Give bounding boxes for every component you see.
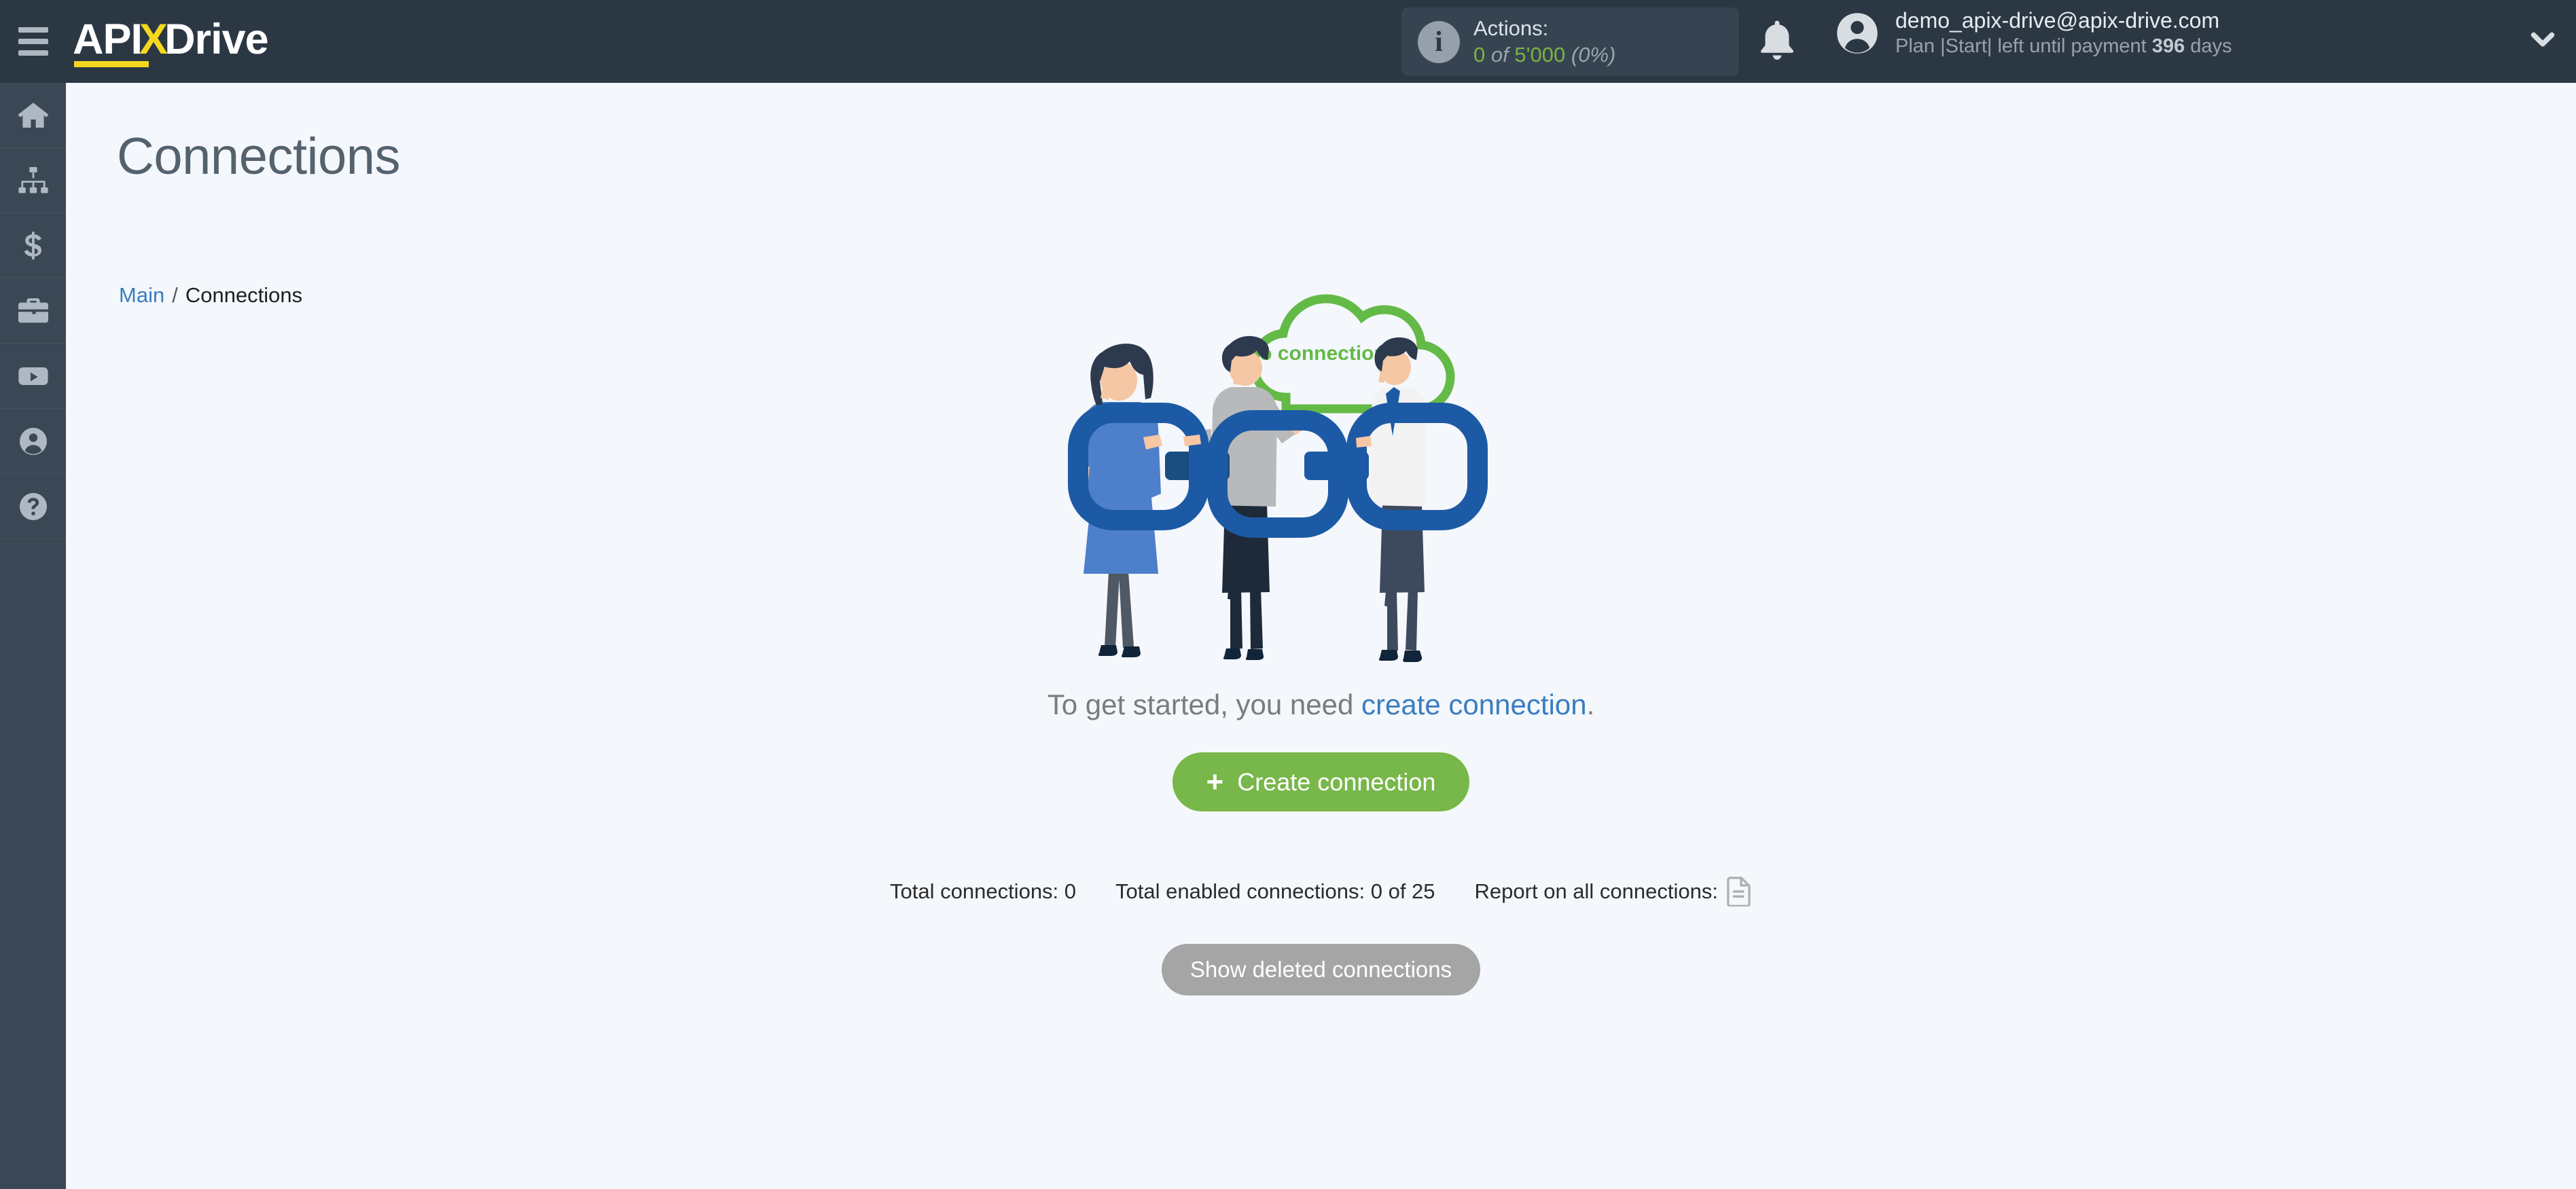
actions-value: 0 of 5'000 (0%) bbox=[1473, 43, 1615, 67]
app-logo[interactable]: API X Drive bbox=[73, 16, 269, 67]
hamburger-bar bbox=[18, 50, 48, 56]
plan-prefix: Plan |Start| left until payment bbox=[1895, 35, 2152, 57]
info-icon: i bbox=[1418, 20, 1460, 63]
sidebar-item-help[interactable] bbox=[0, 474, 66, 539]
hamburger-bar bbox=[18, 39, 48, 44]
plan-suffix: days bbox=[2185, 35, 2232, 57]
video-icon bbox=[18, 367, 48, 385]
cta-suffix: . bbox=[1586, 689, 1595, 720]
create-connection-link[interactable]: create connection bbox=[1361, 689, 1587, 720]
actions-label: Actions: bbox=[1473, 16, 1549, 41]
dollar-icon bbox=[24, 231, 41, 259]
report-group: Report on all connections: bbox=[1475, 877, 1752, 907]
left-sidebar bbox=[0, 83, 66, 1189]
logo-text-drive: Drive bbox=[164, 16, 269, 63]
user-account-block[interactable]: demo_apix-drive@apix-drive.com Plan |Sta… bbox=[1834, 8, 2232, 58]
hamburger-bar bbox=[18, 27, 48, 33]
document-icon[interactable] bbox=[1726, 877, 1752, 907]
show-deleted-connections-button[interactable]: Show deleted connections bbox=[1161, 944, 1481, 995]
actions-quota-panel[interactable]: i Actions: 0 of 5'000 (0%) bbox=[1401, 7, 1739, 76]
create-connection-button[interactable]: + Create connection bbox=[1172, 752, 1470, 811]
user-avatar-icon bbox=[1834, 10, 1880, 56]
sidebar-item-tutorials[interactable] bbox=[0, 344, 66, 409]
help-icon bbox=[19, 492, 47, 520]
total-enabled-connections-stat: Total enabled connections: 0 of 25 bbox=[1115, 879, 1435, 903]
user-plan-line: Plan |Start| left until payment 396 days bbox=[1895, 35, 2232, 58]
report-label: Report on all connections: bbox=[1474, 879, 1718, 903]
user-email: demo_apix-drive@apix-drive.com bbox=[1895, 8, 2220, 33]
no-connections-illustration: No connections bbox=[1063, 280, 1579, 674]
sidebar-item-payments[interactable] bbox=[0, 213, 66, 278]
plus-icon: + bbox=[1206, 765, 1224, 799]
app-header: API X Drive i Actions: 0 of 5'000 (0%) d… bbox=[0, 0, 2576, 83]
sitemap-icon bbox=[18, 166, 48, 193]
main-content: Connections Main / Connections No connec… bbox=[66, 83, 2576, 1189]
sidebar-item-account[interactable] bbox=[0, 409, 66, 474]
total-connections-stat: Total connections: 0 bbox=[890, 879, 1077, 903]
logo-text-x: X bbox=[139, 16, 168, 63]
account-icon bbox=[19, 427, 47, 455]
sidebar-item-home[interactable] bbox=[0, 83, 66, 148]
home-icon bbox=[18, 102, 48, 128]
chevron-down-icon[interactable] bbox=[2528, 30, 2557, 50]
actions-limit: 5'000 bbox=[1514, 42, 1566, 67]
actions-quota-text: Actions: 0 of 5'000 (0%) bbox=[1473, 17, 1615, 66]
empty-state: No connections To get started, you need … bbox=[66, 83, 2576, 995]
cta-prefix: To get started, you need bbox=[1047, 689, 1362, 720]
actions-of: of bbox=[1490, 42, 1509, 67]
hamburger-menu-icon[interactable] bbox=[0, 0, 66, 83]
create-connection-button-label: Create connection bbox=[1237, 767, 1436, 796]
sidebar-item-business[interactable] bbox=[0, 278, 66, 344]
plan-days: 396 bbox=[2151, 35, 2185, 57]
briefcase-icon bbox=[18, 297, 48, 323]
actions-used: 0 bbox=[1473, 42, 1486, 67]
logo-text-api: API bbox=[73, 16, 149, 67]
connection-stats: Total connections: 0 Total enabled conne… bbox=[890, 877, 1752, 907]
sidebar-item-connections[interactable] bbox=[0, 148, 66, 213]
bell-icon[interactable] bbox=[1757, 19, 1797, 64]
cta-text: To get started, you need create connecti… bbox=[1048, 689, 1595, 721]
user-info-text: demo_apix-drive@apix-drive.com Plan |Sta… bbox=[1895, 8, 2232, 58]
actions-percent: (0%) bbox=[1571, 42, 1616, 67]
